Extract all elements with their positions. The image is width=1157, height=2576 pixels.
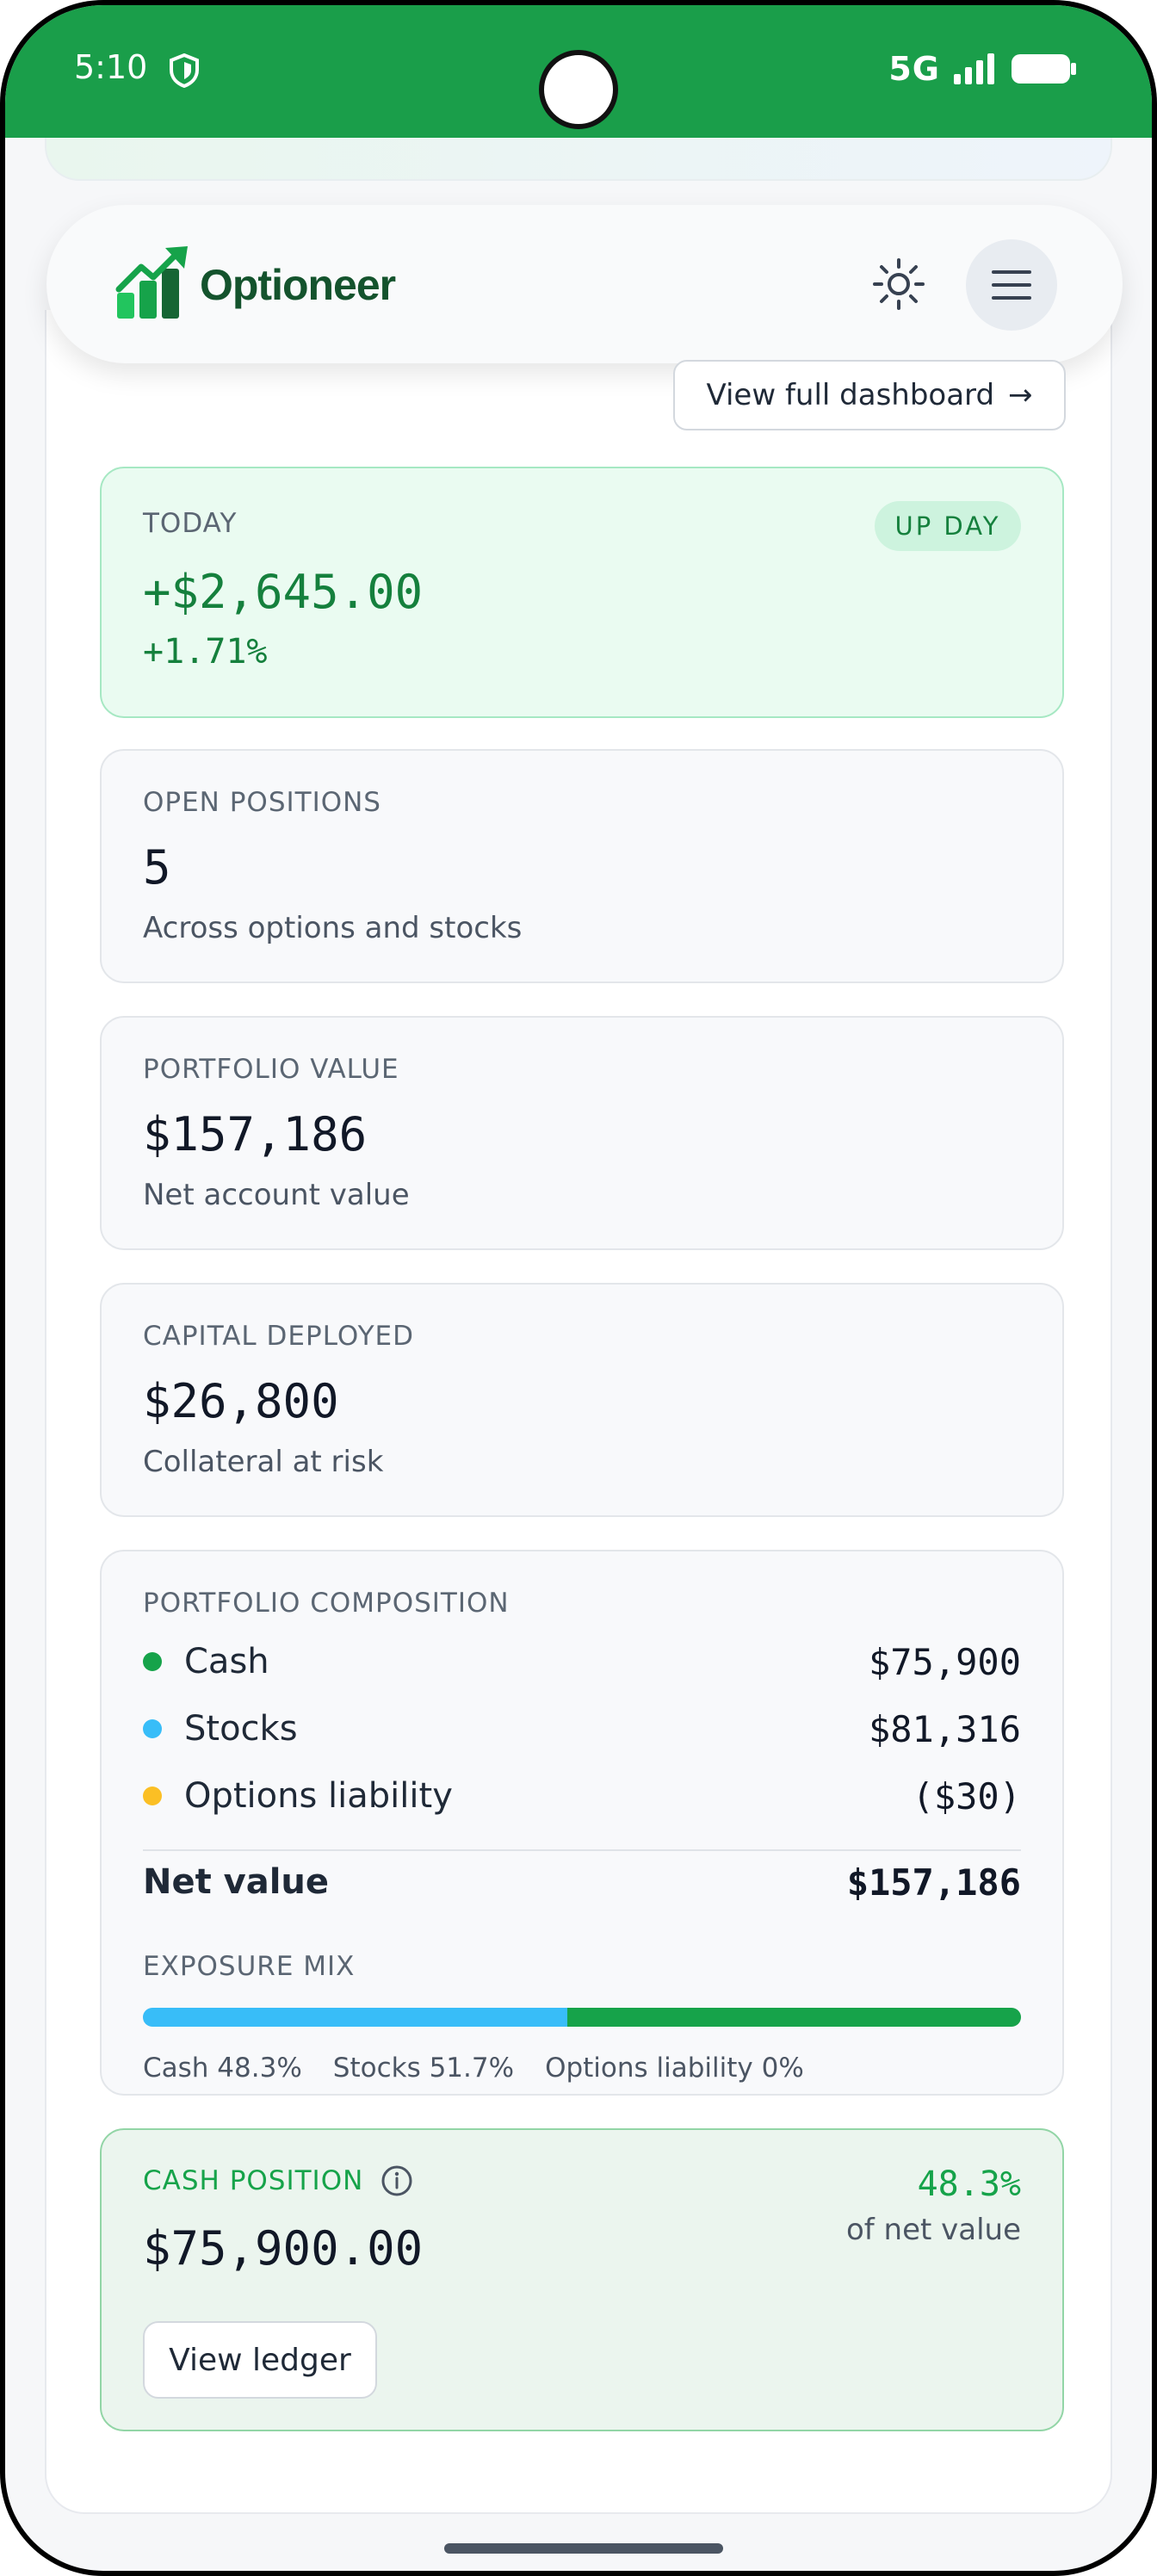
composition-row-cash: Cash $75,900	[143, 1636, 1021, 1687]
composition-divider	[143, 1849, 1021, 1851]
portfolio-value-card: PORTFOLIO VALUE $157,186 Net account val…	[100, 1016, 1064, 1250]
today-value: +$2,645.00	[143, 565, 424, 619]
status-bar: 5:10 5G	[5, 5, 1152, 138]
view-full-dashboard-button[interactable]: View full dashboard →	[673, 360, 1066, 430]
capital-deployed-card: CAPITAL DEPLOYED $26,800 Collateral at r…	[100, 1283, 1064, 1517]
composition-label: PORTFOLIO COMPOSITION	[143, 1588, 510, 1619]
capital-deployed-label: CAPITAL DEPLOYED	[143, 1321, 414, 1352]
capital-deployed-amount: $26,800	[143, 1374, 339, 1428]
cash-position-percent-caption: of net value	[845, 2213, 1021, 2247]
screen: 5:10 5G Optioneer View full dashboard → …	[5, 5, 1152, 2571]
today-card: TODAY UP DAY +$2,645.00 +1.71%	[100, 467, 1064, 718]
menu-icon	[992, 283, 1031, 287]
open-positions-card: OPEN POSITIONS 5 Across options and stoc…	[100, 749, 1064, 983]
view-ledger-button[interactable]: View ledger	[143, 2321, 377, 2399]
portfolio-composition-card: PORTFOLIO COMPOSITION Cash $75,900 Stock…	[100, 1550, 1064, 2096]
status-time: 5:10	[74, 48, 148, 86]
menu-icon	[992, 296, 1031, 300]
network-label: 5G	[888, 50, 940, 88]
composition-row-options: Options liability ($30)	[143, 1770, 1021, 1822]
phone-frame: 5:10 5G Optioneer View full dashboard → …	[0, 0, 1157, 2576]
info-icon[interactable]	[381, 2164, 413, 2197]
logo-icon	[115, 246, 188, 319]
open-positions-value: 5	[143, 840, 171, 895]
portfolio-value-caption: Net account value	[143, 1178, 410, 1212]
menu-button[interactable]	[966, 239, 1057, 331]
main-content: Optioneer View full dashboard → TODAY UP…	[45, 138, 1123, 2514]
today-percent: +1.71%	[143, 632, 268, 672]
stocks-dot-icon	[143, 1719, 162, 1738]
portfolio-value-amount: $157,186	[143, 1107, 368, 1161]
exposure-segment-cash	[143, 2008, 567, 2027]
exposure-segment-stocks	[566, 2008, 1021, 2027]
open-positions-caption: Across options and stocks	[143, 911, 523, 945]
today-label: TODAY	[143, 508, 238, 539]
cash-position-amount: $75,900.00	[143, 2221, 424, 2276]
shield-icon	[170, 53, 199, 88]
arrow-right-icon: →	[1008, 378, 1033, 412]
exposure-legend-item: Stocks 51.7%	[332, 2053, 515, 2084]
battery-icon	[1012, 54, 1076, 84]
cash-position-percent: 48.3%	[917, 2164, 1021, 2204]
composition-item-value: $81,316	[868, 1707, 1021, 1750]
composition-row-stocks: Stocks $81,316	[143, 1703, 1021, 1755]
scrolled-header-strip	[45, 138, 1112, 181]
net-value-amount: $157,186	[846, 1861, 1021, 1904]
status-right: 5G	[888, 50, 1078, 88]
menu-icon	[992, 270, 1031, 274]
composition-item-value: ($30)	[912, 1774, 1021, 1817]
composition-item-value: $75,900	[868, 1640, 1021, 1683]
exposure-mix-label: EXPOSURE MIX	[143, 1951, 356, 1982]
signal-icon	[954, 53, 994, 84]
sun-icon[interactable]	[861, 246, 937, 322]
app-logo-text: Optioneer	[200, 261, 396, 309]
view-full-dashboard-label: View full dashboard	[706, 378, 995, 412]
home-indicator[interactable]	[444, 2543, 723, 2554]
capital-deployed-caption: Collateral at risk	[143, 1445, 384, 1479]
net-value-label: Net value	[143, 1862, 330, 1902]
exposure-mix-bar	[143, 2008, 1021, 2027]
exposure-legend-item: Options liability 0%	[545, 2053, 804, 2084]
cash-position-label-row: CASH POSITION	[143, 2164, 413, 2197]
composition-item-name: Cash	[184, 1642, 269, 1681]
top-navbar: Optioneer	[46, 205, 1123, 363]
composition-item-name: Options liability	[184, 1776, 453, 1816]
cash-position-card: CASH POSITION 48.3% of net value $75,900…	[100, 2128, 1064, 2431]
status-badge: UP DAY	[875, 501, 1021, 551]
net-value-row: Net value $157,186	[143, 1856, 1021, 1908]
options-dot-icon	[143, 1786, 162, 1805]
cash-position-label: CASH POSITION	[143, 2165, 364, 2196]
portfolio-value-label: PORTFOLIO VALUE	[143, 1054, 399, 1085]
composition-item-name: Stocks	[184, 1709, 298, 1749]
cash-dot-icon	[143, 1652, 162, 1671]
open-positions-label: OPEN POSITIONS	[143, 787, 381, 818]
exposure-mix-legend: Cash 48.3% Stocks 51.7% Options liabilit…	[143, 2053, 804, 2084]
exposure-legend-item: Cash 48.3%	[143, 2053, 302, 2084]
camera-cutout	[539, 50, 618, 129]
